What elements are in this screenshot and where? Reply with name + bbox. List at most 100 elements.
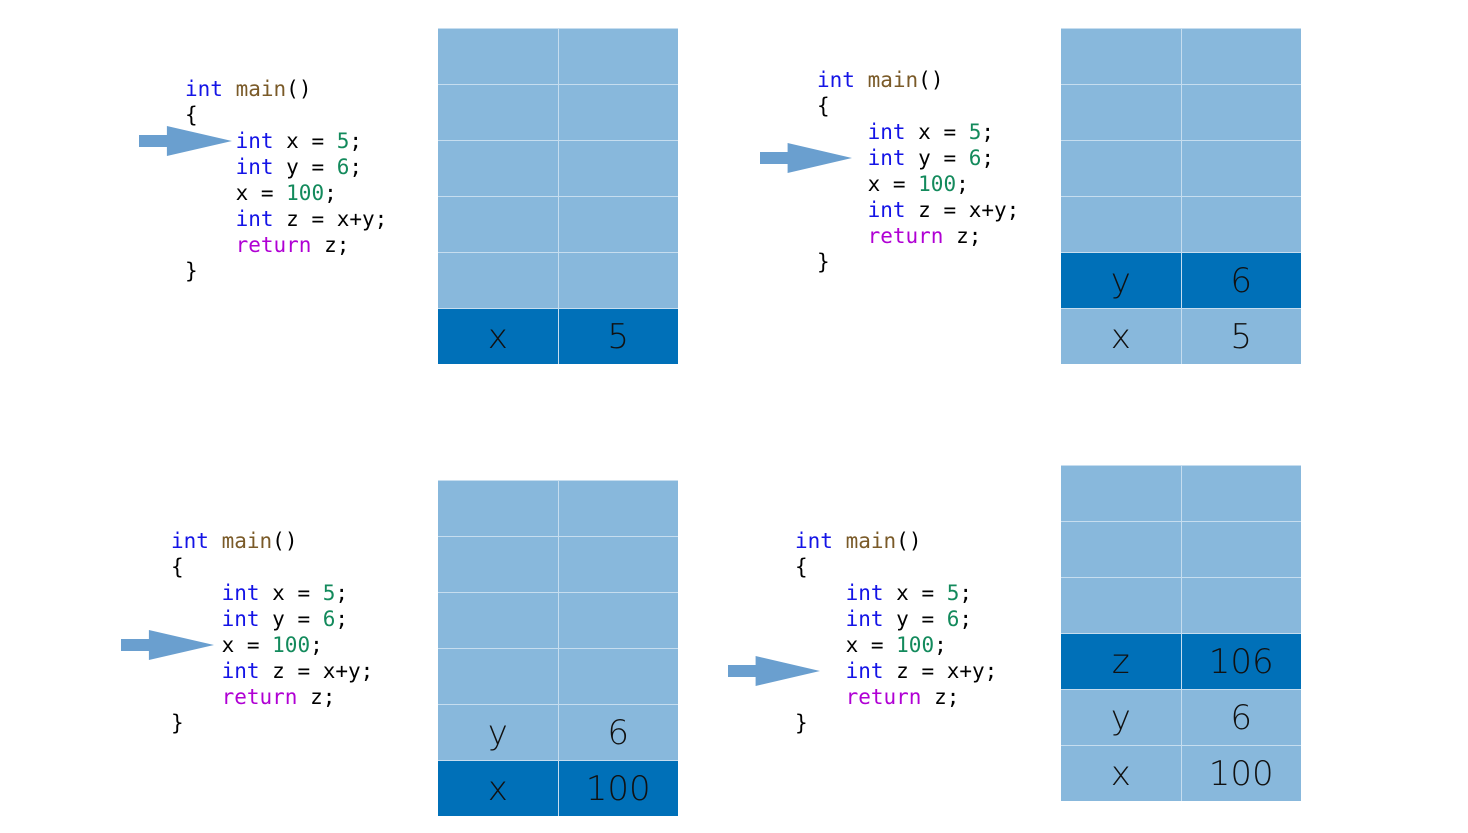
code-token: int [221, 581, 260, 605]
code-token: int [235, 155, 274, 179]
code-token: () [918, 68, 944, 92]
stack-slot-filled: y6 [1061, 252, 1301, 308]
code-token: ; [310, 633, 323, 657]
code-token: int [171, 529, 209, 553]
code-token: int [235, 207, 274, 231]
variable-value-cell: 6 [1181, 689, 1301, 745]
variable-value-cell: 6 [1181, 252, 1301, 308]
code-line: } [817, 249, 1019, 275]
stack-slot-empty [438, 84, 678, 140]
stack-slot-filled: x5 [438, 308, 678, 364]
variable-name-cell [438, 648, 559, 704]
variable-value-cell [558, 28, 678, 84]
code-token: y = [905, 146, 969, 170]
code-line: x = 100; [185, 180, 387, 206]
code-token: main [845, 529, 897, 553]
code-token: ; [956, 172, 969, 196]
variable-name-cell [1061, 84, 1182, 140]
variable-value-cell [558, 536, 678, 592]
variable-name-cell: x [438, 308, 559, 364]
stack-slot-empty [1061, 84, 1301, 140]
code-line: int main() [171, 528, 373, 554]
code-token: int [867, 120, 906, 144]
variable-name-cell [438, 592, 559, 648]
code-token: int [221, 607, 260, 631]
variable-value-cell [558, 592, 678, 648]
variable-name-cell [438, 196, 559, 252]
code-token: y = [273, 155, 337, 179]
variable-name-cell [438, 480, 559, 536]
code-token: int [185, 77, 223, 101]
stack-slot-filled: y6 [438, 704, 678, 760]
variable-value-cell [1181, 140, 1301, 196]
code-token: z = x+y; [905, 198, 1020, 222]
code-token: 5 [968, 120, 982, 144]
code-line: { [795, 554, 997, 580]
code-block: int main(){ int x = 5; int y = 6; x = 10… [795, 528, 997, 736]
stack-slot-empty [1061, 28, 1301, 84]
stack-slot-empty [438, 648, 678, 704]
stack-slot-empty [438, 536, 678, 592]
stack-slot-empty [1061, 196, 1301, 252]
current-line-arrow-icon [139, 126, 232, 156]
code-line: int z = x+y; [185, 206, 388, 232]
code-token: () [272, 529, 298, 553]
stack-slot-empty [1061, 521, 1301, 577]
code-line: int y = 6; [185, 154, 387, 180]
variable-value-cell [1181, 577, 1301, 633]
code-token: 100 [286, 181, 325, 205]
variable-value-cell [1181, 521, 1301, 577]
code-token: int [795, 529, 833, 553]
stack-slot-empty [1061, 465, 1301, 521]
code-token: int [235, 129, 274, 153]
variable-name-cell: y [438, 704, 559, 760]
stack-slot-filled: x 100 [1061, 745, 1301, 801]
code-token: ; [959, 581, 973, 605]
code-token: main [867, 68, 919, 92]
code-line: int z = x+y; [795, 658, 998, 684]
code-token: y = [259, 607, 323, 631]
variable-name-cell: z [1061, 633, 1182, 689]
code-token: 100 [896, 633, 935, 657]
code-token: ; [959, 607, 973, 631]
code-line: return z; [795, 684, 997, 710]
variable-name-cell [1061, 28, 1182, 84]
variable-value-cell [558, 140, 678, 196]
code-token: z; [297, 685, 336, 709]
code-line: return z; [185, 232, 387, 258]
variable-value-cell [1181, 465, 1301, 521]
code-token: { [185, 103, 198, 127]
variable-name-cell: y [1061, 689, 1182, 745]
code-token: ; [981, 120, 995, 144]
code-token: 5 [322, 581, 336, 605]
code-token: return [235, 233, 312, 257]
code-line: int x = 5; [795, 580, 997, 606]
code-token: 6 [968, 146, 982, 170]
current-line-arrow-icon [760, 143, 852, 173]
code-token: x = [185, 181, 287, 205]
code-token: z; [921, 685, 960, 709]
variable-name-cell [438, 84, 559, 140]
code-token: x = [795, 633, 897, 657]
memory-stack: z 106 y 6 x 100 [1061, 465, 1301, 801]
stack-slot-empty [1061, 140, 1301, 196]
variable-value-cell: 5 [558, 308, 678, 364]
code-line: } [795, 710, 997, 736]
variable-name-cell: x [438, 760, 559, 816]
variable-name-cell [1061, 521, 1182, 577]
code-token: } [817, 250, 830, 274]
variable-name-cell: x [1061, 308, 1182, 364]
variable-value-cell: 100 [1181, 745, 1301, 801]
variable-name-cell: y [1061, 252, 1182, 308]
variable-value-cell: 106 [1181, 633, 1301, 689]
